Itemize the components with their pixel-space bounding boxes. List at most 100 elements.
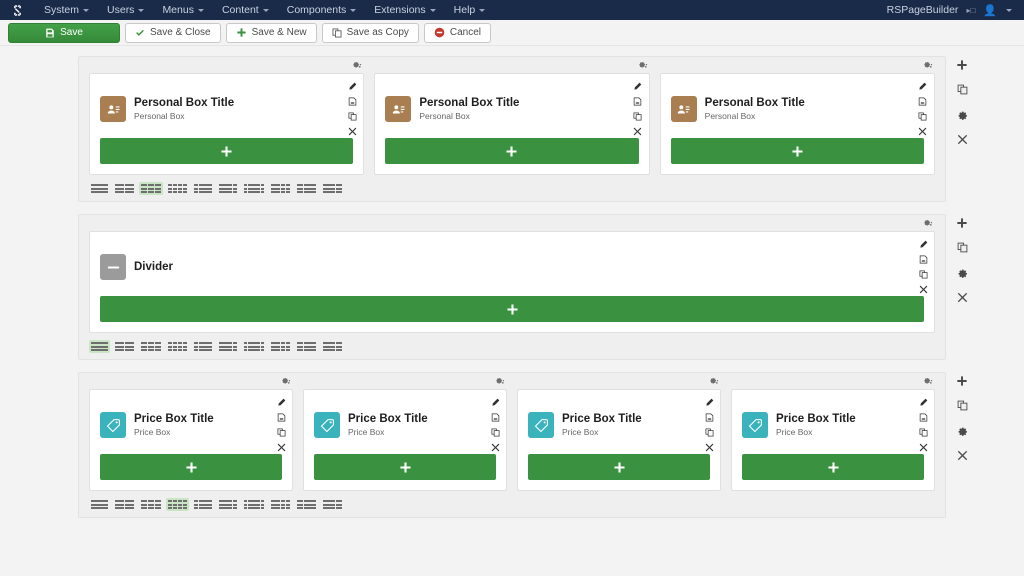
module-card[interactable]: Price Box TitlePrice Box [517,389,721,491]
layout-option-wide-narrow[interactable] [321,498,344,511]
delete-row-icon[interactable] [957,134,968,148]
module-card[interactable]: Price Box TitlePrice Box [731,389,935,491]
admin-menu-item-menus[interactable]: Menus [153,0,213,20]
column-settings-icon[interactable] [495,376,505,389]
admin-menu-item-system[interactable]: System [35,0,98,20]
save-module-icon[interactable] [276,412,286,422]
add-module-button[interactable] [742,454,924,480]
duplicate-icon[interactable] [704,427,714,437]
add-module-button[interactable] [100,296,924,322]
column-settings-icon[interactable] [638,60,648,73]
layout-option-narrow-wide-narrow[interactable] [242,498,266,511]
duplicate-icon[interactable] [276,427,286,437]
column-settings-icon[interactable] [923,218,933,231]
layout-option-3-columns[interactable] [139,498,163,511]
admin-menu-item-content[interactable]: Content [213,0,278,20]
delete-icon[interactable] [918,284,928,294]
duplicate-icon[interactable] [347,111,357,121]
module-card[interactable]: Price Box TitlePrice Box [303,389,507,491]
layout-option-4-columns[interactable] [166,182,189,195]
user-menu[interactable]: 👤 [977,4,1020,17]
pencil-icon[interactable] [633,81,643,91]
delete-icon[interactable] [347,126,357,136]
admin-menu-item-extensions[interactable]: Extensions [365,0,444,20]
settings-row-icon[interactable] [957,109,968,123]
column-settings-icon[interactable] [281,376,291,389]
add-module-button[interactable] [314,454,496,480]
pencil-icon[interactable] [704,397,714,407]
layout-option-sidebar-left[interactable] [192,340,214,353]
layout-option-2-columns[interactable] [113,340,136,353]
add-row-icon[interactable] [956,217,968,231]
layout-option-narrow-wide[interactable] [295,182,318,195]
layout-option-sidebar-right[interactable] [217,340,239,353]
layout-option-narrow-wide[interactable] [295,498,318,511]
pencil-icon[interactable] [276,397,286,407]
pencil-icon[interactable] [918,397,928,407]
site-name-label[interactable]: RSPageBuilder [883,4,963,16]
layout-option-3-columns[interactable] [139,182,163,195]
delete-icon[interactable] [276,442,286,452]
save-module-icon[interactable] [918,96,928,106]
joomla-logo-icon[interactable] [10,3,25,18]
layout-option-sidebar-right[interactable] [217,498,239,511]
duplicate-row-icon[interactable] [957,400,968,414]
layout-option-narrow-wide[interactable] [295,340,318,353]
layout-option-2-columns[interactable] [113,498,136,511]
settings-row-icon[interactable] [957,267,968,281]
duplicate-icon[interactable] [918,111,928,121]
layout-option-narrow-wide-narrow[interactable] [242,182,266,195]
layout-option-wide-narrow-narrow[interactable] [269,340,292,353]
delete-icon[interactable] [918,126,928,136]
layout-option-sidebar-left[interactable] [192,182,214,195]
duplicate-icon[interactable] [918,269,928,279]
column-settings-icon[interactable] [923,376,933,389]
layout-option-wide-narrow-narrow[interactable] [269,498,292,511]
admin-menu-item-users[interactable]: Users [98,0,153,20]
save-module-icon[interactable] [633,96,643,106]
column-settings-icon[interactable] [923,60,933,73]
layout-option-wide-narrow[interactable] [321,340,344,353]
settings-row-icon[interactable] [957,425,968,439]
layout-option-1-column[interactable] [89,340,110,353]
save-module-icon[interactable] [347,96,357,106]
pencil-icon[interactable] [490,397,500,407]
layout-option-wide-narrow[interactable] [321,182,344,195]
save-new-button[interactable]: Save & New [226,23,317,43]
delete-icon[interactable] [490,442,500,452]
admin-menu-item-help[interactable]: Help [445,0,495,20]
layout-option-1-column[interactable] [89,182,110,195]
add-module-button[interactable] [385,138,638,164]
pencil-icon[interactable] [347,81,357,91]
save-module-icon[interactable] [704,412,714,422]
delete-row-icon[interactable] [957,450,968,464]
duplicate-icon[interactable] [633,111,643,121]
layout-option-4-columns[interactable] [166,498,189,511]
delete-icon[interactable] [704,442,714,452]
save-module-icon[interactable] [490,412,500,422]
module-card[interactable]: Personal Box TitlePersonal Box [374,73,649,175]
save-button[interactable]: Save [8,23,120,43]
pencil-icon[interactable] [918,239,928,249]
delete-icon[interactable] [918,442,928,452]
admin-menu-item-components[interactable]: Components [278,0,366,20]
duplicate-row-icon[interactable] [957,84,968,98]
add-module-button[interactable] [528,454,710,480]
layout-option-3-columns[interactable] [139,340,163,353]
module-card[interactable]: Price Box TitlePrice Box [89,389,293,491]
duplicate-icon[interactable] [490,427,500,437]
duplicate-row-icon[interactable] [957,242,968,256]
add-module-button[interactable] [100,138,353,164]
save-as-copy-button[interactable]: Save as Copy [322,23,419,43]
add-row-icon[interactable] [956,375,968,389]
layout-option-1-column[interactable] [89,498,110,511]
save-close-button[interactable]: Save & Close [125,23,221,43]
delete-icon[interactable] [633,126,643,136]
layout-option-sidebar-right[interactable] [217,182,239,195]
module-card[interactable]: Personal Box TitlePersonal Box [89,73,364,175]
layout-option-narrow-wide-narrow[interactable] [242,340,266,353]
layout-option-4-columns[interactable] [166,340,189,353]
duplicate-icon[interactable] [918,427,928,437]
layout-option-sidebar-left[interactable] [192,498,214,511]
delete-row-icon[interactable] [957,292,968,306]
